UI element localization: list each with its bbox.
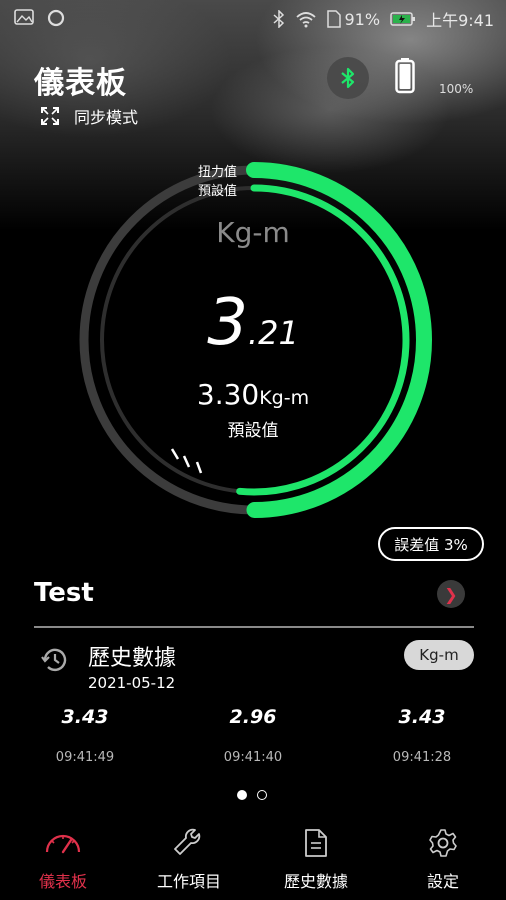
chevron-right-icon: ❯ <box>444 584 458 604</box>
tab-history-label: 歷史數據 <box>283 872 348 891</box>
history-icon <box>41 648 67 672</box>
reading-item: 2.96 09:41:40 <box>193 706 313 765</box>
tab-settings-label: 設定 <box>426 872 459 891</box>
sync-mode-toggle[interactable]: 同步模式 <box>40 104 138 128</box>
bluetooth-status-icon <box>273 10 284 28</box>
reading-value: 3.43 <box>61 706 109 728</box>
status-time: 上午9:41 <box>426 11 494 30</box>
page-dot-active[interactable] <box>237 790 247 800</box>
tab-history[interactable]: 歷史數據 <box>253 828 379 892</box>
tab-work-items-label: 工作項目 <box>156 872 221 891</box>
unit-pill[interactable]: Kg-m <box>404 640 474 670</box>
sync-mode-label: 同步模式 <box>74 108 139 127</box>
status-bar: 91% 上午9:41 <box>0 0 506 36</box>
sync-circle-icon <box>47 9 65 27</box>
reading-time: 09:41:40 <box>223 750 283 765</box>
legend-preset: 預設值 <box>198 184 238 199</box>
wifi-icon <box>295 12 316 28</box>
document-icon <box>305 829 327 857</box>
reading-value: 3.43 <box>398 706 446 728</box>
tab-dashboard-label: 儀表板 <box>38 872 87 891</box>
gauge-unit: Kg-m <box>216 216 290 249</box>
reading-value: 2.96 <box>229 706 277 728</box>
divider <box>34 626 474 628</box>
wrench-icon <box>174 828 201 855</box>
torque-value: 3.21 <box>0 286 506 360</box>
battery-icon <box>395 58 415 94</box>
reading-item: 3.43 09:41:49 <box>25 706 145 765</box>
tab-work-items[interactable]: 工作項目 <box>126 828 252 892</box>
speedometer-icon <box>45 834 81 854</box>
legend-torque: 扭力值 <box>198 165 238 180</box>
bluetooth-icon <box>341 67 355 89</box>
torque-value-int: 3 <box>207 286 248 360</box>
expand-icon <box>41 107 59 125</box>
reading-time: 09:41:49 <box>55 750 115 765</box>
page-title: 儀表板 <box>34 66 127 101</box>
work-item-title: Test <box>34 578 94 608</box>
preset-unit: Kg-m <box>259 387 310 409</box>
next-button[interactable]: ❯ <box>437 580 465 608</box>
preset-number: 3.30 <box>196 378 260 411</box>
bluetooth-button[interactable] <box>327 57 369 99</box>
battery-charging-icon <box>390 12 416 26</box>
sim-icon <box>326 10 341 28</box>
tab-dashboard[interactable]: 儀表板 <box>0 828 126 892</box>
preset-value: 3.30Kg-m <box>0 378 506 411</box>
signal-percent: 91% <box>344 9 381 29</box>
torque-value-dec: .21 <box>247 314 299 352</box>
device-battery <box>395 58 415 98</box>
gallery-icon <box>14 9 34 25</box>
tolerance-badge[interactable]: 誤差值 3% <box>378 527 484 561</box>
battery-percent: 100% <box>439 82 474 96</box>
bottom-tab-bar: 儀表板 工作項目 歷史數據 設定 <box>0 820 506 900</box>
gear-icon <box>429 829 457 857</box>
page-indicator[interactable] <box>237 790 267 800</box>
history-date: 2021-05-12 <box>88 674 176 692</box>
tab-settings[interactable]: 設定 <box>380 828 506 892</box>
reading-time: 09:41:28 <box>392 750 452 765</box>
reading-item: 3.43 09:41:28 <box>362 706 482 765</box>
page-dot[interactable] <box>257 790 267 800</box>
history-title: 歷史數據 <box>88 646 177 671</box>
preset-label: 預設值 <box>227 421 279 441</box>
